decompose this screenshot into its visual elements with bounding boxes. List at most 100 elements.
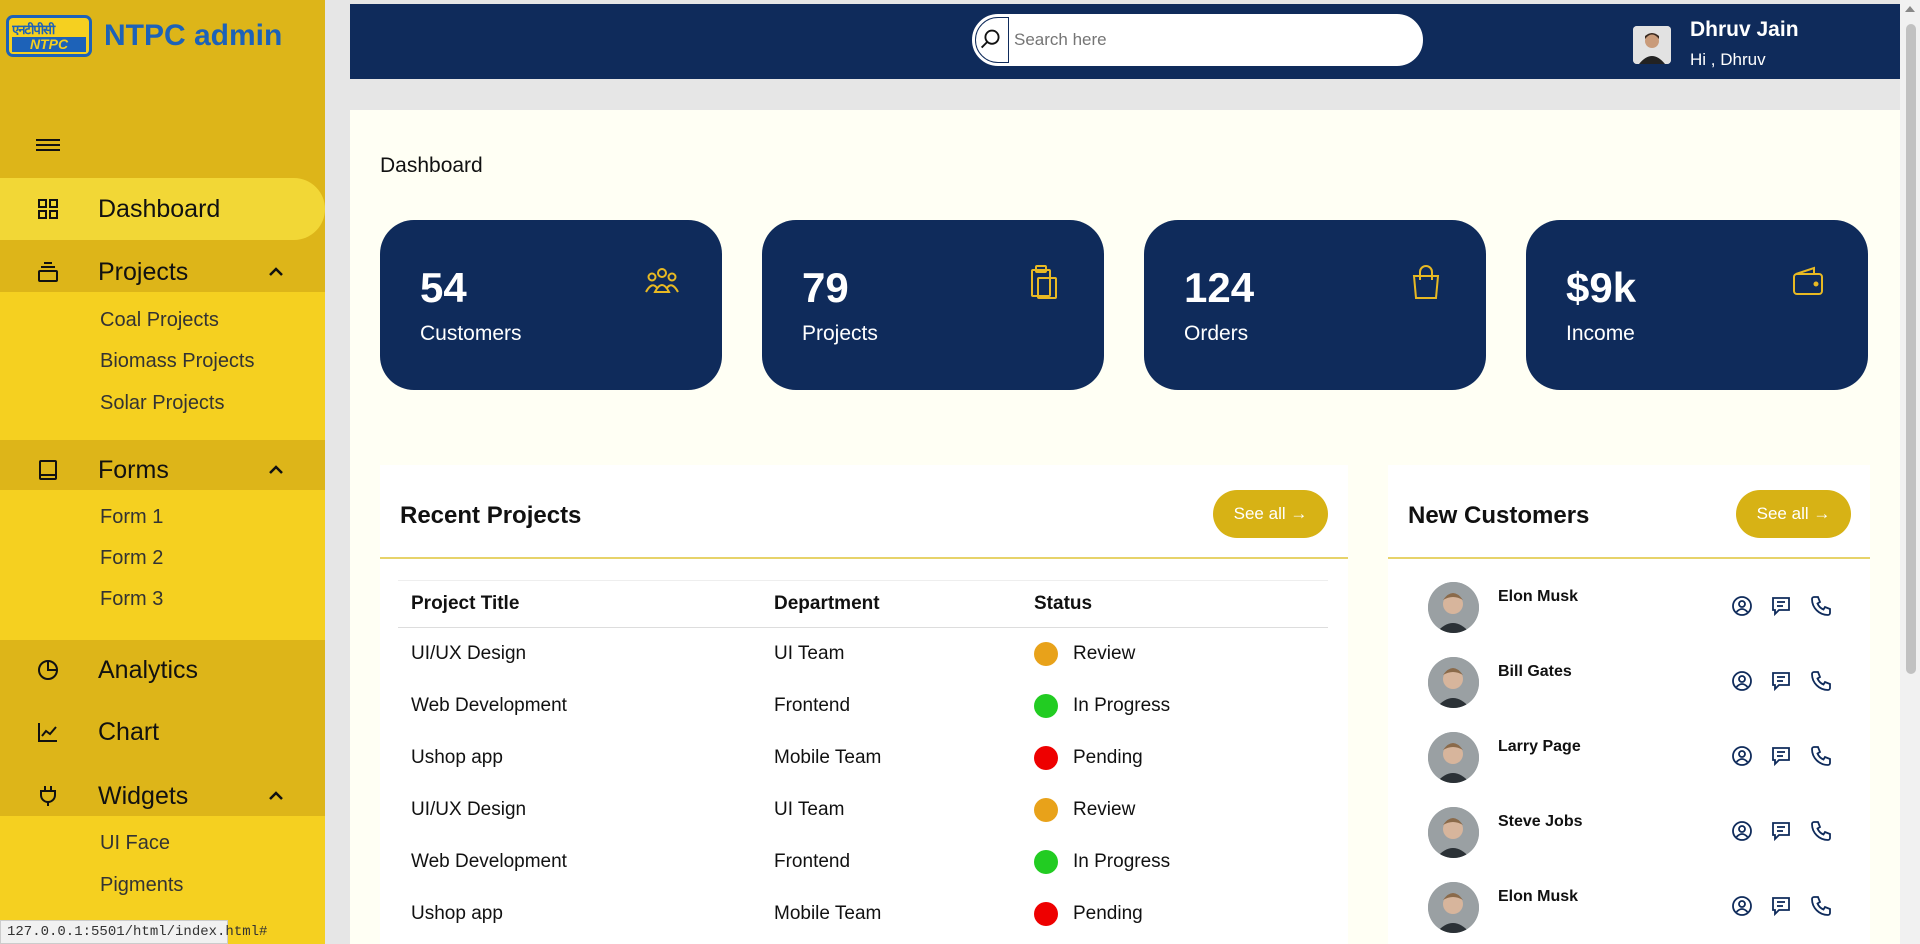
customer-name: Elon Musk (1498, 888, 1579, 905)
forms-submenu: Form 1 Form 2 Form 3 (0, 490, 325, 640)
sidebar-item-chart[interactable]: Chart (0, 712, 325, 752)
list-item[interactable]: Elon Musk (1428, 582, 1868, 642)
sidebar-item-widgets[interactable]: Widgets (0, 776, 325, 816)
list-item[interactable]: Larry Page (1428, 732, 1868, 792)
book-icon (39, 460, 57, 480)
list-item[interactable]: Bill Gates (1428, 657, 1868, 717)
submenu-item-form1[interactable]: Form 1 (100, 506, 163, 529)
user-profile-icon[interactable] (1730, 669, 1754, 693)
submenu-item-pigments[interactable]: Pigments (100, 874, 183, 897)
stat-value: 54 (420, 264, 467, 311)
search-input[interactable] (1014, 26, 1404, 54)
projects-submenu: Coal Projects Biomass Projects Solar Pro… (0, 292, 325, 440)
status-dot (1034, 641, 1058, 666)
user-greeting: Hi , Dhruv (1690, 50, 1766, 69)
status-dot (1034, 849, 1058, 874)
avatar[interactable] (1633, 26, 1671, 64)
logo-text: NTPC (12, 37, 86, 52)
stat-value: 124 (1184, 264, 1255, 311)
sidebar-item-label: Chart (98, 717, 160, 746)
sidebar-item-projects[interactable]: Projects (0, 252, 325, 292)
scrollbar-thumb[interactable] (1906, 24, 1916, 674)
sidebar-item-dashboard[interactable]: Dashboard (0, 178, 325, 240)
submenu-item-form3[interactable]: Form 3 (100, 588, 163, 611)
list-item[interactable]: Steve Jobs (1428, 807, 1868, 867)
status-dot (1034, 693, 1058, 718)
user-name: Dhruv Jain (1690, 18, 1799, 41)
logo-hindi-text: एनटीपीसी (12, 23, 55, 35)
submenu-item-solar[interactable]: Solar Projects (100, 392, 225, 415)
stat-card-orders[interactable]: 124 Orders (1144, 220, 1486, 390)
chevron-up-icon[interactable] (266, 460, 286, 480)
table-row[interactable]: Ushop app Mobile Team Pending (398, 888, 1328, 940)
divider (380, 557, 1348, 559)
project-title: Web Development (411, 694, 567, 716)
brand[interactable]: एनटीपीसी NTPC NTPC admin (6, 12, 282, 60)
submenu-item-coal[interactable]: Coal Projects (100, 309, 219, 332)
user-profile-icon[interactable] (1730, 594, 1754, 618)
phone-icon[interactable] (1809, 744, 1833, 768)
user-profile-icon[interactable] (1730, 819, 1754, 843)
table-row[interactable]: UI/UX Design UI Team Review (398, 628, 1328, 680)
project-title: UI/UX Design (411, 642, 527, 664)
see-all-customers-button[interactable]: See all → (1736, 490, 1851, 538)
user-profile-icon[interactable] (1730, 744, 1754, 768)
stat-card-customers[interactable]: 54 Customers (380, 220, 722, 390)
page-title: Dashboard (380, 154, 483, 177)
table-row[interactable]: Ushop app Mobile Team Pending (398, 732, 1328, 784)
sidebar-item-analytics[interactable]: Analytics (0, 650, 325, 690)
message-icon[interactable] (1769, 594, 1793, 618)
status-dot (1034, 745, 1058, 770)
avatar (1428, 582, 1479, 633)
pie-chart-icon (38, 660, 58, 680)
message-icon[interactable] (1769, 819, 1793, 843)
stat-value: $9k (1566, 264, 1637, 311)
table-row[interactable]: Web Development Frontend In Progress (398, 836, 1328, 888)
brand-title: NTPC admin (104, 19, 283, 52)
search-icon[interactable] (975, 17, 1009, 63)
sidebar-item-label: Widgets (98, 781, 189, 810)
scrollbar[interactable] (1900, 0, 1920, 944)
stat-card-income[interactable]: $9k Income (1526, 220, 1868, 390)
search-box[interactable] (970, 12, 1425, 68)
customer-actions (1730, 894, 1850, 918)
topbar: Dhruv Jain Hi , Dhruv (350, 4, 1900, 79)
stat-label: Income (1566, 322, 1635, 345)
chevron-up-icon[interactable] (266, 786, 286, 806)
project-title: UI/UX Design (411, 798, 527, 820)
project-title: Ushop app (411, 902, 503, 924)
phone-icon[interactable] (1809, 594, 1833, 618)
message-icon[interactable] (1769, 894, 1793, 918)
column-header: Project Title (398, 580, 761, 628)
scroll-up-arrow-icon[interactable] (1905, 6, 1915, 12)
user-profile[interactable]: Dhruv Jain Hi , Dhruv (1633, 16, 1799, 69)
project-department: UI Team (774, 642, 845, 664)
sidebar-item-label: Forms (98, 455, 169, 484)
phone-icon[interactable] (1809, 819, 1833, 843)
user-profile-icon[interactable] (1730, 894, 1754, 918)
table-header-row: Project Title Department Status (398, 580, 1328, 628)
submenu-item-form2[interactable]: Form 2 (100, 547, 163, 570)
status-label: Pending (1073, 746, 1143, 768)
sidebar-item-forms[interactable]: Forms (0, 450, 325, 490)
project-status: In Progress (1021, 680, 1328, 732)
project-status: Pending (1021, 732, 1328, 784)
submenu-item-ui-face[interactable]: UI Face (100, 832, 170, 855)
table-row[interactable]: Web Development Frontend In Progress (398, 680, 1328, 732)
ntpc-logo: एनटीपीसी NTPC (6, 15, 92, 57)
phone-icon[interactable] (1809, 894, 1833, 918)
submenu-item-biomass[interactable]: Biomass Projects (100, 350, 255, 373)
phone-icon[interactable] (1809, 669, 1833, 693)
message-icon[interactable] (1769, 669, 1793, 693)
status-dot (1034, 901, 1058, 926)
list-item[interactable]: Elon Musk (1428, 882, 1868, 942)
message-icon[interactable] (1769, 744, 1793, 768)
see-all-projects-button[interactable]: See all → (1213, 490, 1328, 538)
sidebar-item-label: Dashboard (98, 194, 221, 223)
menu-toggle-icon[interactable] (36, 136, 60, 158)
users-icon (645, 268, 679, 293)
panel-title: Recent Projects (400, 502, 582, 529)
chevron-up-icon[interactable] (266, 262, 286, 282)
table-row[interactable]: UI/UX Design UI Team Review (398, 784, 1328, 836)
stat-card-projects[interactable]: 79 Projects (762, 220, 1104, 390)
